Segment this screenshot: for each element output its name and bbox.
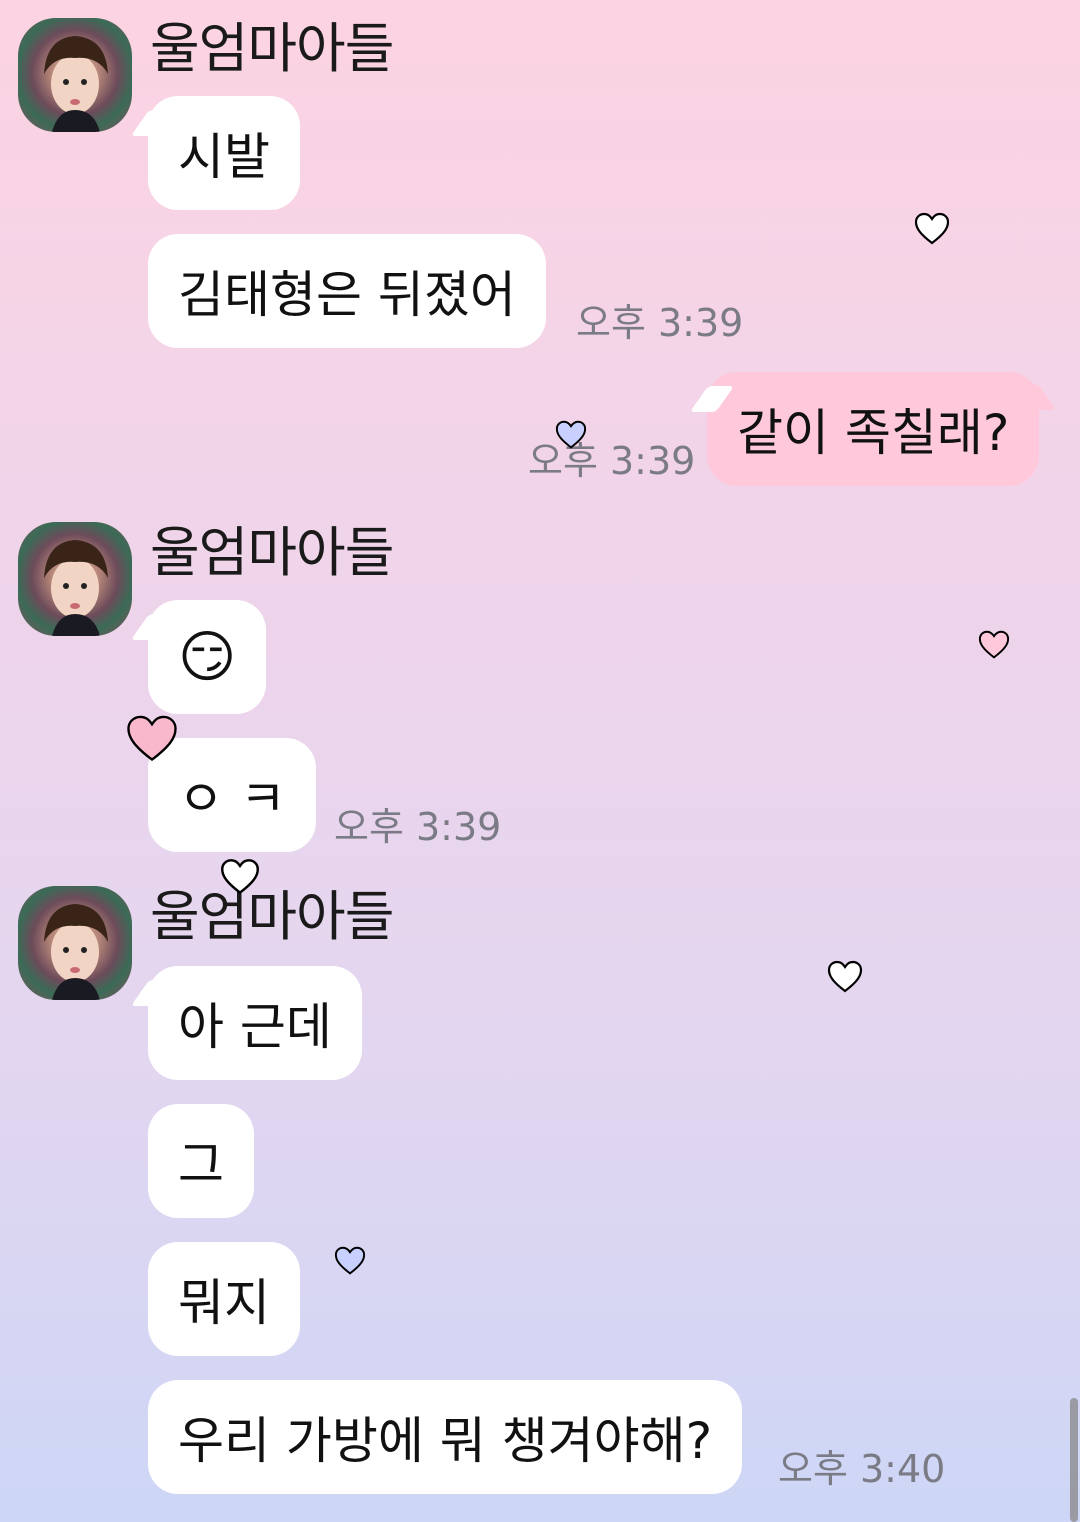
message-text: 우리 가방에 뭐 챙겨야해?: [178, 1412, 713, 1470]
message-text: ㅇ ㅋ: [178, 770, 286, 828]
message-text: 뭐지: [178, 1274, 270, 1332]
sender-avatar[interactable]: [18, 886, 132, 1000]
message-text: 아 근데: [178, 998, 332, 1056]
message-bubble[interactable]: 뭐지: [148, 1242, 300, 1356]
message-time: 오후 3:39: [528, 439, 696, 483]
sender-avatar[interactable]: [18, 522, 132, 636]
sender-name: 울엄마아들: [150, 885, 394, 948]
message-bubble[interactable]: 우리 가방에 뭐 챙겨야해?: [148, 1380, 743, 1494]
message-bubble[interactable]: 시발: [148, 96, 300, 210]
smirk-emoji: 😏: [178, 624, 237, 690]
heart-icon: [914, 212, 950, 245]
sender-avatar[interactable]: [18, 18, 132, 132]
message-bubble[interactable]: 그: [148, 1104, 254, 1218]
heart-icon: [334, 1246, 366, 1275]
message-time: 오후 3:39: [576, 301, 744, 345]
heart-icon: [555, 420, 587, 449]
message-time: 오후 3:39: [334, 805, 502, 849]
message-text: 김태형은 뒤졌어: [178, 266, 516, 324]
heart-icon: [220, 859, 260, 895]
message-time: 오후 3:40: [778, 1447, 946, 1491]
message-text: 그: [178, 1136, 224, 1194]
chat-area[interactable]: 울엄마아들 시발 김태형은 뒤졌어 오후 3:39 오후 3:39 같이 족칠래…: [0, 0, 1080, 1522]
sender-name: 울엄마아들: [150, 521, 394, 584]
heart-icon: [978, 630, 1010, 659]
scrollbar[interactable]: [1070, 1398, 1078, 1522]
sender-name: 울엄마아들: [150, 17, 394, 80]
message-text: 같이 족칠래?: [737, 404, 1010, 462]
my-message-bubble[interactable]: 같이 족칠래?: [707, 372, 1040, 486]
message-bubble[interactable]: 김태형은 뒤졌어: [148, 234, 546, 348]
heart-icon: [827, 960, 863, 993]
message-bubble[interactable]: 😏: [148, 600, 267, 714]
message-text: 시발: [178, 128, 270, 186]
message-bubble[interactable]: 아 근데: [148, 966, 362, 1080]
heart-icon: [127, 715, 177, 762]
